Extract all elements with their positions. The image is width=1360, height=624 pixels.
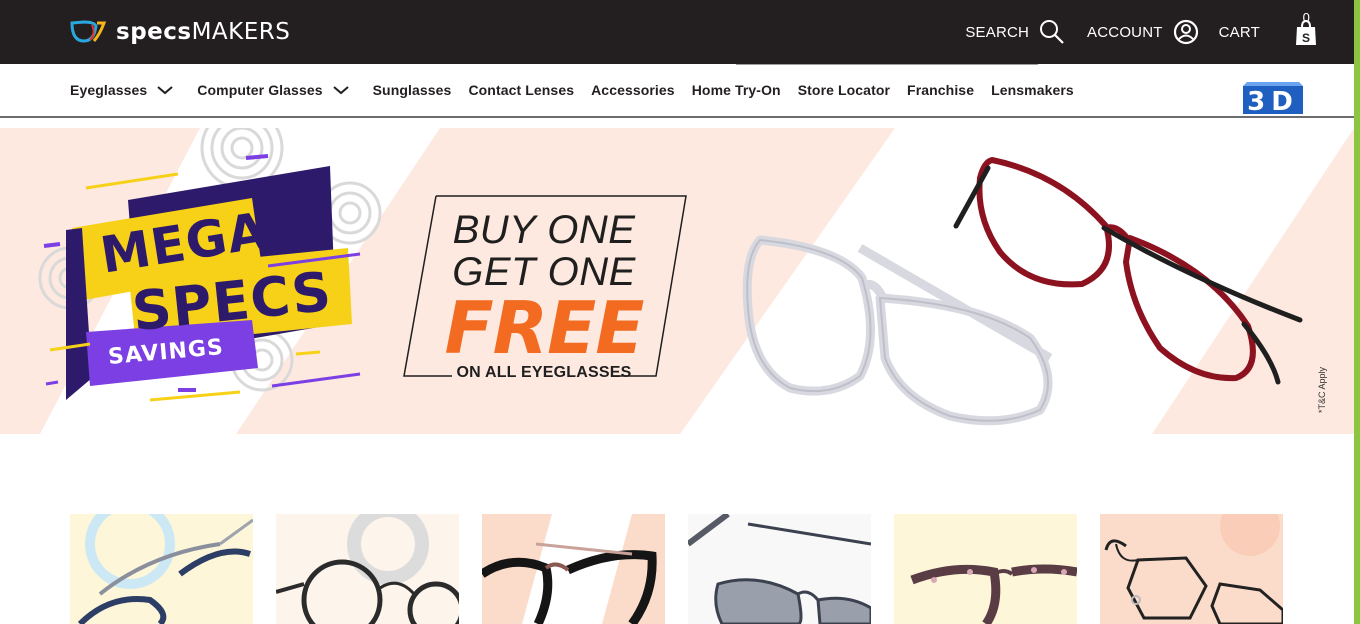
- cart-label: CART: [1218, 23, 1260, 41]
- menu-item-franchise[interactable]: Franchise: [907, 82, 974, 98]
- brand-name: specsMAKERS: [116, 19, 291, 45]
- menu-item-label: Franchise: [907, 82, 975, 98]
- hero-banner[interactable]: MEGA SPECS SAVINGS BUY ONE GET ONE FREE …: [0, 128, 1354, 434]
- menu-item-label: Computer Glasses: [197, 82, 323, 98]
- cat-eye-glasses-image: [482, 514, 665, 624]
- menu-item-label: Contact Lenses: [468, 82, 575, 98]
- 3d-badge-icon: 3D: [1243, 82, 1303, 117]
- chevron-down-icon: [157, 86, 173, 95]
- top-nav: SEARCH ACCOUNT CART S 0: [965, 10, 1316, 46]
- main-menu: Eyeglasses Computer Glasses Sunglasses C…: [70, 82, 1091, 98]
- 3d-try-on-button[interactable]: 3D: [1239, 82, 1307, 118]
- menu-item-sunglasses[interactable]: Sunglasses: [373, 82, 452, 98]
- menu-item-accessories[interactable]: Accessories: [591, 82, 675, 98]
- category-tile[interactable]: [276, 514, 459, 624]
- aviator-sunglasses-image: [688, 514, 871, 624]
- geometric-metal-glasses-image: [1100, 514, 1283, 624]
- category-tile[interactable]: [70, 514, 253, 624]
- offer-line-buy-one: BUY ONE: [452, 208, 636, 252]
- round-black-glasses-image: [276, 514, 459, 624]
- svg-text:S: S: [1302, 31, 1310, 45]
- menu-item-label: Lensmakers: [991, 82, 1074, 98]
- account-icon: [1173, 19, 1198, 45]
- offer-block: BUY ONE GET ONE FREE ON ALL EYEGLASSES: [406, 194, 682, 381]
- menu-item-label: Eyeglasses: [70, 82, 148, 98]
- tortoise-glasses-image: [894, 514, 1077, 624]
- cart-bag: S 0: [1284, 10, 1316, 46]
- menu-item-eyeglasses[interactable]: Eyeglasses: [70, 82, 173, 98]
- blue-metal-glasses-image: [70, 514, 253, 624]
- cart-button[interactable]: CART S 0: [1218, 10, 1316, 46]
- category-tile[interactable]: [688, 514, 871, 624]
- page: specsMAKERS SEARCH ACCOUNT CART S 0 Eyeg…: [0, 0, 1360, 624]
- category-tiles: [70, 514, 1283, 624]
- account-button[interactable]: ACCOUNT: [1087, 19, 1199, 45]
- search-icon: [1040, 20, 1064, 44]
- terms-note: *T&C Apply: [1317, 366, 1327, 413]
- menu-item-home-try-on[interactable]: Home Try-On: [692, 82, 781, 98]
- menu-item-label: Home Try-On: [691, 82, 781, 98]
- search-label: SEARCH: [965, 23, 1030, 41]
- badge-3d-text: 3D: [1247, 87, 1299, 117]
- menu-item-contact-lenses[interactable]: Contact Lenses: [468, 82, 574, 98]
- divider: [736, 64, 1038, 65]
- top-bar: specsMAKERS SEARCH ACCOUNT CART S 0: [0, 0, 1354, 64]
- search-button[interactable]: SEARCH: [965, 19, 1065, 45]
- category-tile[interactable]: [482, 514, 665, 624]
- menu-item-label: Sunglasses: [372, 82, 452, 98]
- offer-line-free: FREE: [444, 286, 645, 370]
- menu-item-label: Accessories: [591, 82, 675, 98]
- chevron-down-icon: [332, 86, 349, 95]
- menu-item-lensmakers[interactable]: Lensmakers: [991, 82, 1074, 98]
- cart-count: 0: [1302, 10, 1310, 25]
- category-tile[interactable]: [894, 514, 1077, 624]
- category-tile[interactable]: [1100, 514, 1283, 624]
- account-label: ACCOUNT: [1087, 23, 1163, 41]
- menu-item-computer-glasses[interactable]: Computer Glasses: [197, 82, 349, 98]
- menu-item-label: Store Locator: [797, 82, 891, 98]
- main-menu-bar: Eyeglasses Computer Glasses Sunglasses C…: [0, 64, 1354, 118]
- brand-logo[interactable]: specsMAKERS: [70, 18, 290, 46]
- offer-line-scope: ON ALL EYEGLASSES: [456, 364, 632, 381]
- menu-item-store-locator[interactable]: Store Locator: [798, 82, 890, 98]
- logo-icon: [70, 20, 107, 43]
